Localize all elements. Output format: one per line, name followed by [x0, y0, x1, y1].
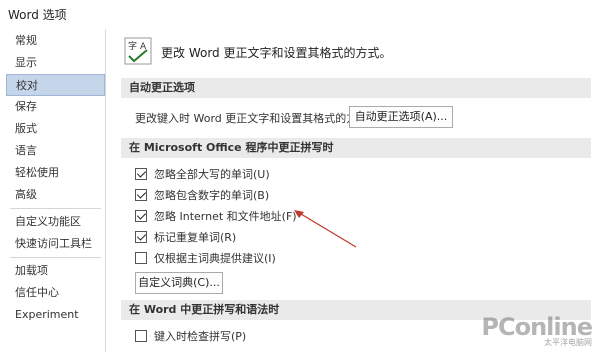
option-flag-repeated-words[interactable]: 标记重复单词(R): [135, 228, 236, 246]
page-description: 更改 Word 更正文字和设置其格式的方式。: [161, 46, 392, 60]
option-ignore-numbers[interactable]: 忽略包含数字的单词(B): [135, 186, 269, 204]
autocorrect-description: 更改键入时 Word 更正文字和设置其格式的方式:: [135, 112, 372, 125]
section-autocorrect: 自动更正选项: [121, 78, 591, 98]
sidebar-item-display[interactable]: 显示: [6, 52, 105, 74]
option-label: 标记重复单词(R): [154, 231, 237, 244]
abc-proofing-icon: 字 A: [124, 37, 152, 65]
option-label: 忽略 Internet 和文件地址(F): [154, 210, 297, 223]
watermark: PConline 太平洋电脑网: [481, 313, 593, 348]
annotation-arrow-icon: [294, 210, 357, 248]
option-main-dictionary-only[interactable]: 仅根据主词典提供建议(I): [135, 249, 276, 267]
checkbox[interactable]: [135, 189, 147, 201]
page-header: 字 A 更改 Word 更正文字和设置其格式的方式。: [115, 34, 585, 70]
custom-dictionaries-button[interactable]: 自定义词典(C)...: [135, 272, 223, 294]
sidebar-item-experiment[interactable]: Experiment: [6, 304, 105, 326]
sidebar-item-customize-ribbon[interactable]: 自定义功能区: [6, 211, 105, 233]
option-ignore-uppercase[interactable]: 忽略全部大写的单词(U): [135, 165, 270, 183]
sidebar-divider: [10, 257, 101, 258]
checkbox[interactable]: [135, 168, 147, 180]
main-panel: 字 A 更改 Word 更正文字和设置其格式的方式。 自动更正选项 更改键入时 …: [107, 30, 600, 352]
option-label: 忽略全部大写的单词(U): [154, 168, 270, 181]
sidebar-item-quick-access-toolbar[interactable]: 快速访问工具栏: [6, 233, 105, 255]
sidebar-item-addins[interactable]: 加载项: [6, 260, 105, 282]
checkbox[interactable]: [135, 210, 147, 222]
option-label: 忽略包含数字的单词(B): [154, 189, 270, 202]
sidebar-item-proofing[interactable]: 校对: [6, 74, 105, 96]
checkbox[interactable]: [135, 330, 147, 342]
checkbox[interactable]: [135, 231, 147, 243]
sidebar: 常规 显示 校对 保存 版式 语言 轻松使用 高级 自定义功能区 快速访问工具栏…: [6, 30, 106, 352]
option-check-spelling-as-you-type[interactable]: 键入时检查拼写(P): [135, 327, 246, 345]
window-title: Word 选项: [8, 8, 67, 22]
sidebar-item-language[interactable]: 语言: [6, 140, 105, 162]
section-office-spelling: 在 Microsoft Office 程序中更正拼写时: [121, 138, 591, 158]
sidebar-item-trust-center[interactable]: 信任中心: [6, 282, 105, 304]
sidebar-divider: [10, 208, 101, 209]
option-label: 键入时检查拼写(P): [154, 330, 247, 343]
sidebar-item-advanced[interactable]: 高级: [6, 184, 105, 206]
sidebar-item-general[interactable]: 常规: [6, 30, 105, 52]
sidebar-item-layout[interactable]: 版式: [6, 118, 105, 140]
option-label: 仅根据主词典提供建议(I): [154, 252, 276, 265]
sidebar-item-accessibility[interactable]: 轻松使用: [6, 162, 105, 184]
svg-text:字: 字: [128, 40, 137, 52]
option-ignore-internet-addresses[interactable]: 忽略 Internet 和文件地址(F): [135, 207, 297, 225]
checkbox[interactable]: [135, 252, 147, 264]
autocorrect-options-button[interactable]: 自动更正选项(A)...: [349, 106, 453, 128]
sidebar-item-save[interactable]: 保存: [6, 96, 105, 118]
title-bar: Word 选项: [0, 0, 600, 28]
